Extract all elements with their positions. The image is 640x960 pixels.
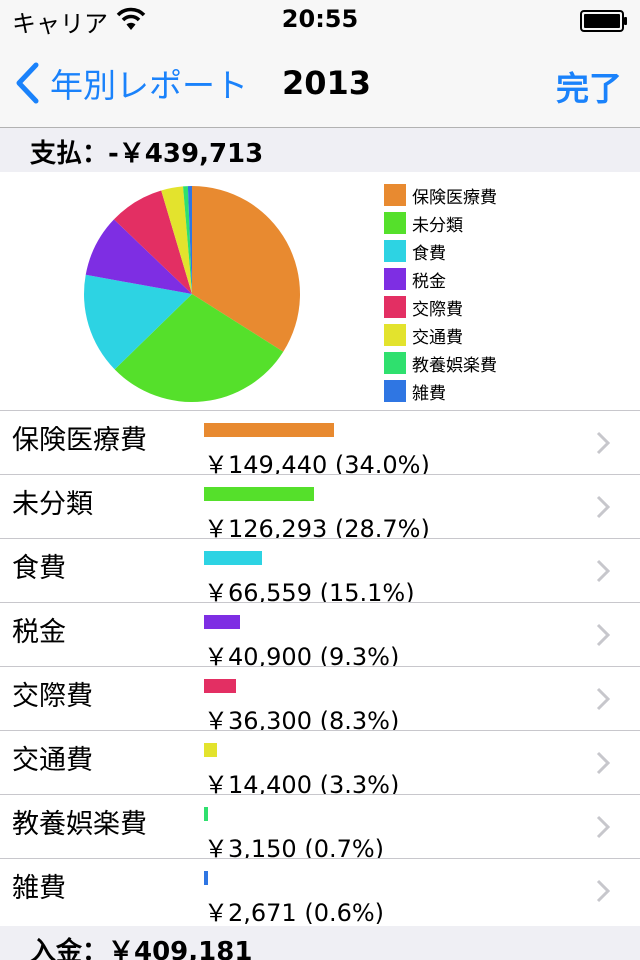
- category-amount: ￥2,671 (0.6%): [204, 899, 385, 927]
- battery-icon: [580, 10, 627, 32]
- table-row[interactable]: 食費 ￥66,559 (15.1%): [0, 538, 640, 607]
- chevron-right-icon: [596, 687, 610, 711]
- category-bar: [204, 807, 208, 821]
- chevron-left-icon: [16, 62, 39, 104]
- table-row[interactable]: 雑費 ￥2,671 (0.6%): [0, 858, 640, 927]
- category-bar: [204, 551, 262, 565]
- legend-swatch: [384, 212, 406, 234]
- back-button-label: 年別レポート: [50, 66, 248, 105]
- category-name: 未分類: [12, 489, 93, 520]
- legend-item: 保険医療費: [384, 181, 497, 209]
- chevron-right-icon: [596, 559, 610, 583]
- legend-swatch: [384, 296, 406, 318]
- page-title: 2013: [282, 64, 372, 102]
- legend-label: 税金: [412, 271, 446, 292]
- chevron-right-icon: [596, 879, 610, 903]
- legend-label: 雑費: [412, 383, 446, 404]
- category-bar: [204, 871, 208, 885]
- legend-label: 未分類: [412, 215, 463, 236]
- legend-swatch: [384, 380, 406, 402]
- chevron-right-icon: [596, 495, 610, 519]
- category-bar: [204, 743, 217, 757]
- legend-swatch: [384, 184, 406, 206]
- table-row[interactable]: 交通費 ￥14,400 (3.3%): [0, 730, 640, 799]
- chevron-right-icon: [596, 815, 610, 839]
- legend-item: 雑費: [384, 377, 497, 405]
- legend-item: 税金: [384, 265, 497, 293]
- legend-label: 保険医療費: [412, 187, 497, 208]
- category-name: 雑費: [12, 873, 66, 904]
- status-bar: キャリア 20:55: [0, 0, 640, 40]
- category-list: 保険医療費 ￥149,440 (34.0%) 未分類 ￥126,293 (28.7%)…: [0, 410, 640, 927]
- status-time: 20:55: [281, 5, 359, 33]
- chevron-right-icon: [596, 431, 610, 455]
- legend-label: 交通費: [412, 327, 463, 348]
- done-button[interactable]: 完了: [556, 62, 622, 110]
- chevron-right-icon: [596, 751, 610, 775]
- legend-item: 交際費: [384, 293, 497, 321]
- category-bar: [204, 487, 314, 501]
- legend-label: 食費: [412, 243, 446, 264]
- category-bar: [204, 679, 236, 693]
- table-row[interactable]: 教養娯楽費 ￥3,150 (0.7%): [0, 794, 640, 863]
- income-section-header: 入金：￥409,181: [0, 926, 640, 960]
- legend-item: 教養娯楽費: [384, 349, 497, 377]
- chevron-right-icon: [596, 623, 610, 647]
- legend-item: 交通費: [384, 321, 497, 349]
- chart-area: 保険医療費未分類食費税金交際費交通費教養娯楽費雑費: [0, 172, 640, 412]
- expense-section-header: 支払：-￥439,713: [0, 128, 640, 172]
- legend-swatch: [384, 324, 406, 346]
- table-row[interactable]: 未分類 ￥126,293 (28.7%): [0, 474, 640, 543]
- category-name: 教養娯楽費: [12, 809, 147, 840]
- legend-swatch: [384, 352, 406, 374]
- legend-swatch: [384, 268, 406, 290]
- category-name: 保険医療費: [12, 425, 147, 456]
- legend-item: 食費: [384, 237, 497, 265]
- category-name: 食費: [12, 553, 66, 584]
- chart-legend: 保険医療費未分類食費税金交際費交通費教養娯楽費雑費: [384, 181, 497, 405]
- income-total: 入金：￥409,181: [30, 937, 253, 960]
- category-name: 税金: [12, 617, 66, 648]
- table-row[interactable]: 税金 ￥40,900 (9.3%): [0, 602, 640, 671]
- table-row[interactable]: 保険医療費 ￥149,440 (34.0%): [0, 410, 640, 479]
- category-bar: [204, 615, 240, 629]
- legend-item: 未分類: [384, 209, 497, 237]
- expense-pie-chart: [84, 186, 300, 402]
- expense-total: 支払：-￥439,713: [30, 139, 264, 169]
- category-name: 交際費: [12, 681, 93, 712]
- legend-label: 教養娯楽費: [412, 355, 497, 376]
- back-button[interactable]: 年別レポート: [14, 60, 248, 106]
- category-bar: [204, 423, 334, 437]
- legend-swatch: [384, 240, 406, 262]
- table-row[interactable]: 交際費 ￥36,300 (8.3%): [0, 666, 640, 735]
- category-name: 交通費: [12, 745, 93, 776]
- legend-label: 交際費: [412, 299, 463, 320]
- navigation-bar: 年別レポート 2013 完了: [0, 40, 640, 128]
